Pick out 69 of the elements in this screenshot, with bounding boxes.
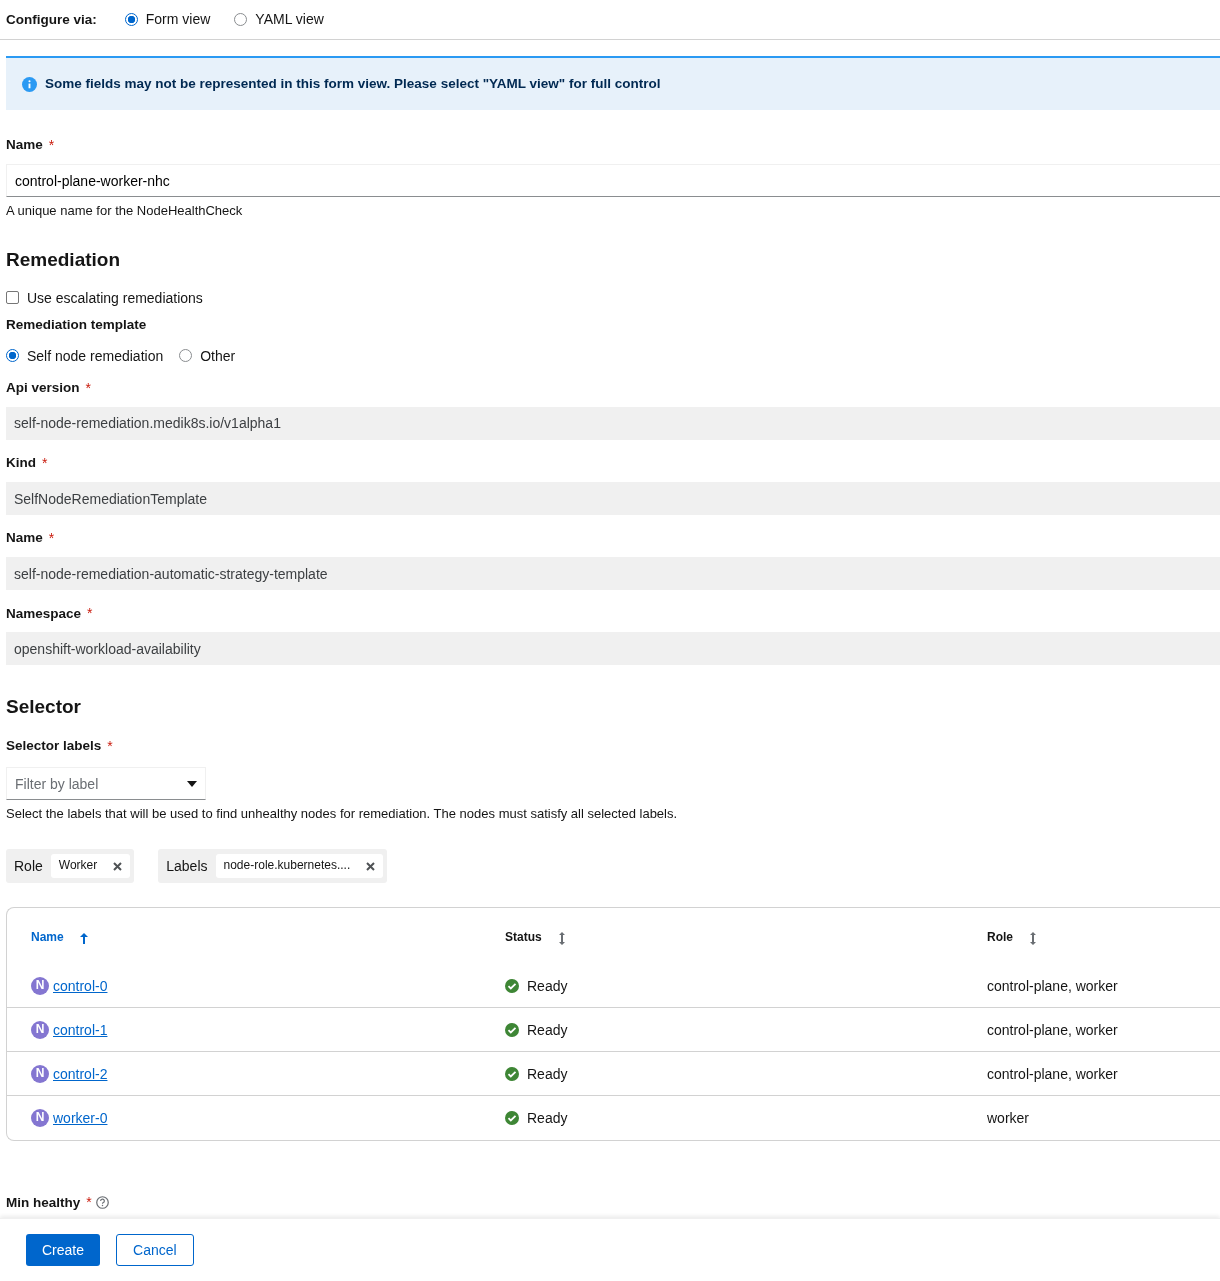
required-mark: * — [48, 529, 55, 548]
table-cell: worker — [987, 1109, 1029, 1128]
helper-text: Select the labels that will be used to find unhealthy nodes for remediation. The nodes must satisfy all selected labels. — [6, 806, 679, 824]
field-label: Selector labels — [6, 737, 102, 755]
table-cell: control-plane, worker — [987, 976, 1118, 995]
checkbox-option[interactable]: Use escalating remediations — [6, 288, 1220, 307]
caret-icon — [187, 780, 197, 787]
field-label: Name — [6, 529, 43, 547]
column-header[interactable]: Role — [987, 930, 1037, 946]
field-label: Min healthy — [6, 1193, 81, 1212]
check-circle-icon — [505, 1111, 519, 1126]
chip-text: Worker — [58, 858, 98, 874]
sort-icon — [1029, 931, 1037, 945]
status-text: Ready — [527, 1020, 568, 1039]
name-input[interactable]: control-plane-worker-nhc — [6, 164, 1220, 198]
node-badge: N — [31, 976, 49, 995]
create-button[interactable]: Create — [26, 1234, 101, 1266]
radio-button[interactable] — [6, 349, 19, 363]
check-circle-icon — [505, 978, 519, 993]
column-header[interactable]: Status — [505, 930, 987, 946]
helper-text: A unique name for the NodeHealthCheck — [6, 203, 244, 221]
column-header[interactable]: Name — [31, 930, 505, 946]
alert-text: Some fields may not be represented in this form view. Please select "YAML view" for full control — [45, 75, 661, 93]
check-circle-icon — [505, 1066, 519, 1081]
dropdown-placeholder: Filter by label — [15, 774, 99, 793]
node-link[interactable]: control-2 — [53, 1064, 108, 1083]
section-title: Remediation — [6, 248, 122, 273]
radio-button[interactable] — [124, 13, 138, 26]
required-mark: * — [86, 1193, 92, 1212]
checkbox[interactable] — [6, 291, 19, 305]
status-text: Ready — [527, 1109, 568, 1128]
close-icon[interactable] — [366, 861, 376, 871]
chip-text: node-role.kubernetes.... — [223, 858, 351, 874]
help-icon[interactable] — [95, 1195, 109, 1209]
field-label: Remediation template — [6, 315, 147, 334]
table-cell: control-plane, worker — [987, 1064, 1118, 1083]
node-badge: N — [31, 1020, 49, 1039]
node-link[interactable]: worker-0 — [53, 1109, 108, 1128]
chip-category: Labels — [166, 857, 208, 876]
chip-category: Role — [14, 857, 43, 876]
section-title: Selector — [6, 695, 82, 720]
radio-option[interactable]: Self node remediation — [6, 346, 164, 365]
status-text: Ready — [527, 976, 568, 995]
check-circle-icon — [505, 1022, 519, 1037]
node-link[interactable]: control-1 — [53, 1020, 108, 1039]
table-cell: control-plane, worker — [987, 1020, 1118, 1039]
filter-dropdown[interactable]: Filter by label — [6, 767, 206, 801]
configure-label: Configure via: — [6, 10, 97, 29]
info-icon — [22, 76, 37, 92]
close-icon[interactable] — [113, 861, 123, 871]
field-label: Namespace — [6, 604, 82, 623]
node-badge: N — [31, 1109, 49, 1128]
radio-option[interactable]: Form view — [124, 10, 211, 29]
radio-option[interactable]: YAML view — [234, 10, 324, 29]
sort-up-icon — [79, 932, 88, 944]
field-label: Api version — [6, 379, 80, 397]
sort-icon — [557, 931, 566, 945]
required-mark: * — [48, 136, 55, 155]
status-text: Ready — [527, 1064, 568, 1083]
radio-option[interactable]: Other — [179, 346, 236, 365]
required-mark: * — [42, 453, 48, 473]
field-label: Kind — [6, 454, 36, 472]
node-link[interactable]: control-0 — [53, 976, 108, 995]
field-label: Name — [6, 136, 43, 154]
node-badge: N — [31, 1064, 49, 1083]
cancel-button[interactable]: Cancel — [116, 1234, 194, 1266]
required-mark: * — [85, 378, 91, 397]
required-mark: * — [107, 737, 113, 756]
required-mark: * — [87, 604, 93, 623]
